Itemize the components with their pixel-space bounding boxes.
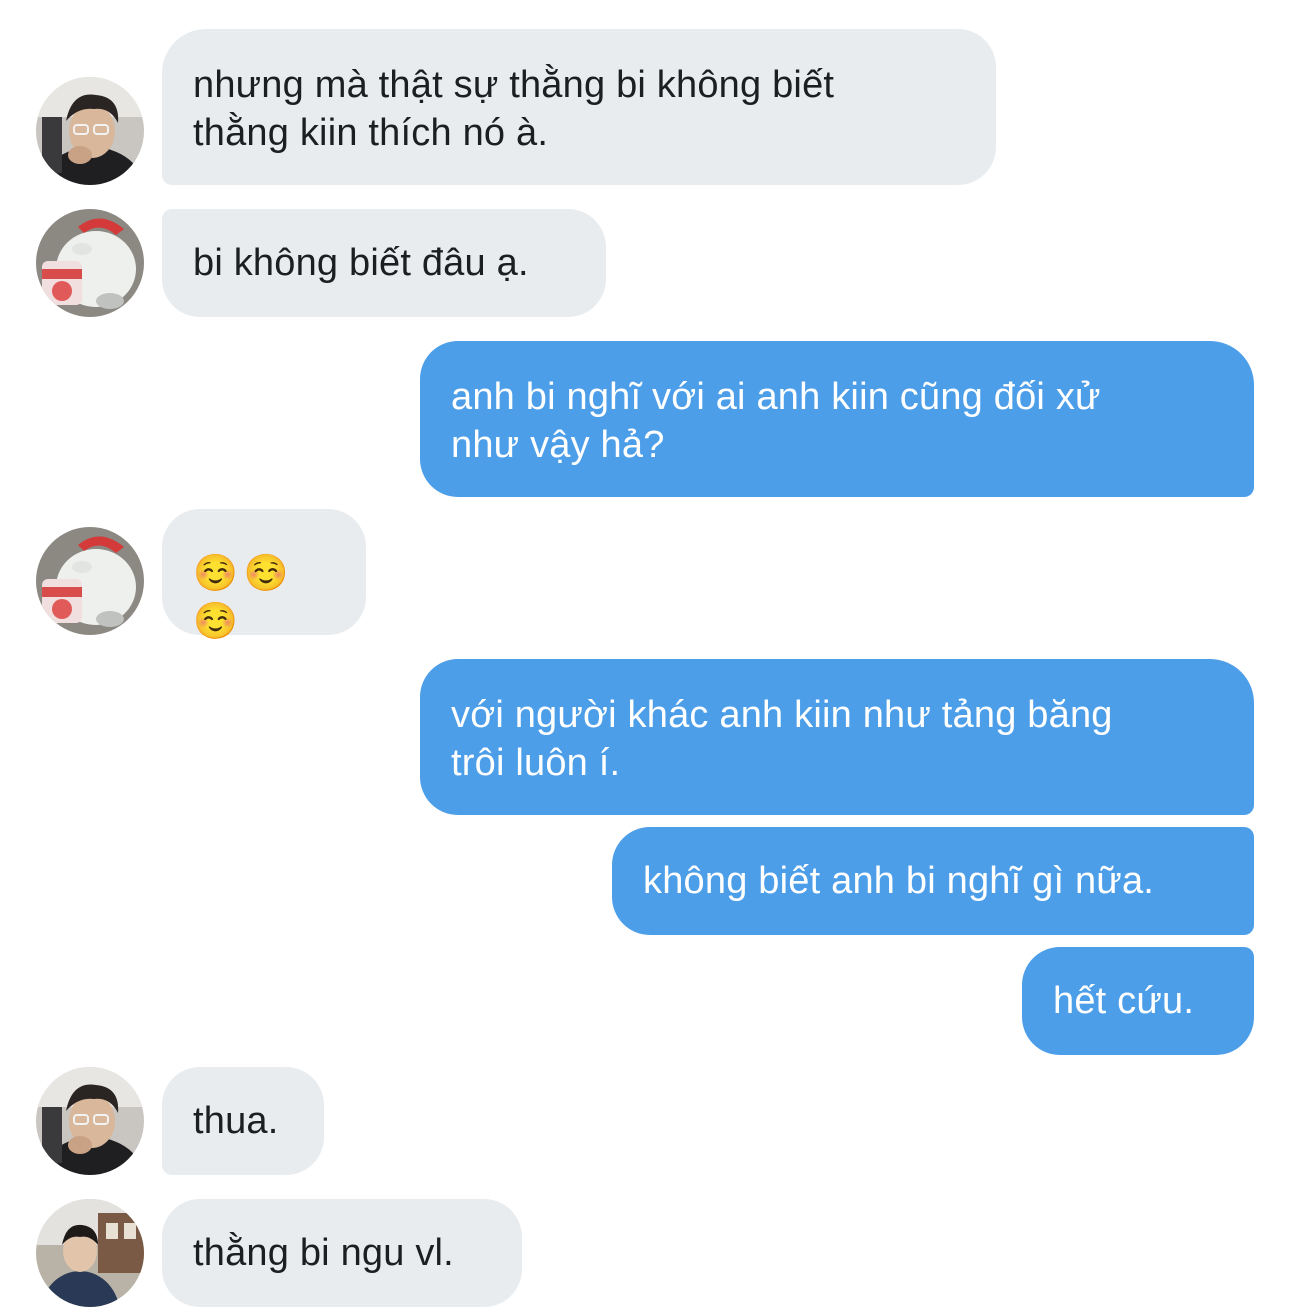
message-bubble-incoming[interactable]: bi không biết đâu ạ. bbox=[162, 209, 606, 317]
message-bubble-outgoing[interactable]: với người khác anh kiin như tảng băng tr… bbox=[420, 659, 1254, 815]
message-bubble-incoming[interactable]: thằng bi ngu vl. bbox=[162, 1199, 522, 1307]
avatar-sender-c[interactable] bbox=[36, 1199, 144, 1307]
message-bubble-incoming[interactable]: ☺️☺️☺️ bbox=[162, 509, 366, 641]
message-bubble-outgoing[interactable]: không biết anh bi nghĩ gì nữa. bbox=[612, 827, 1254, 935]
message-bubble-incoming[interactable]: thua. bbox=[162, 1067, 324, 1175]
message-bubble-incoming[interactable]: nhưng mà thật sự thằng bi không biết thằ… bbox=[162, 29, 996, 185]
avatar-sender-a[interactable] bbox=[36, 1067, 144, 1175]
avatar-sender-b[interactable] bbox=[36, 209, 144, 317]
message-bubble-outgoing[interactable]: hết cứu. bbox=[1022, 947, 1254, 1055]
message-bubble-outgoing[interactable]: anh bi nghĩ với ai anh kiin cũng đối xử … bbox=[420, 341, 1254, 497]
avatar-sender-a[interactable] bbox=[36, 77, 144, 185]
avatar-sender-b[interactable] bbox=[36, 527, 144, 635]
